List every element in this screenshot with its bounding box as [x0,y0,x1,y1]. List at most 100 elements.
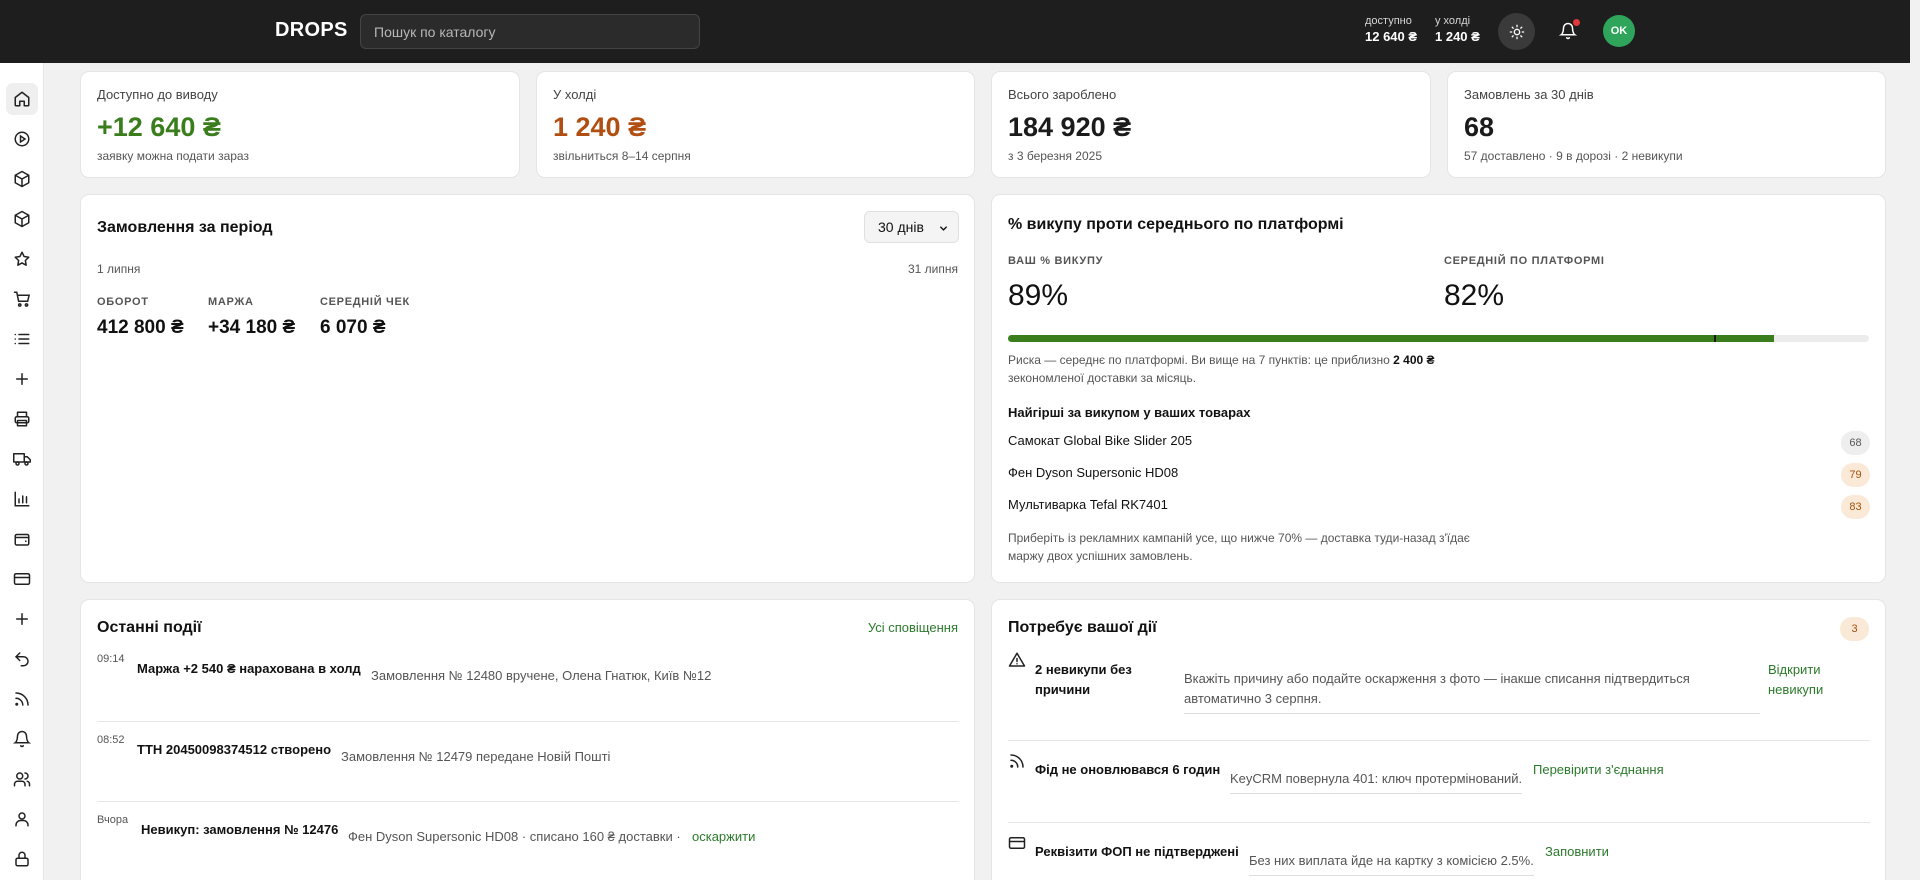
sidebar-item-wallet[interactable] [6,523,38,555]
buyout-badge: 68 [1841,431,1870,455]
hold-label: у холді [1435,15,1471,27]
sidebar-item-delivery[interactable] [6,443,38,475]
event-title: Невикуп: замовлення № 12476 [141,822,339,837]
sidebar-item-analytics[interactable] [6,483,38,515]
sidebar-item-payments[interactable] [6,563,38,595]
buyout-note-amount: 2 400 ₴ [1393,353,1435,367]
product-name: Самокат Global Bike Slider 205 [1008,433,1193,448]
event-desc: Замовлення № 12480 вручене, Олена Гнатюк… [371,668,712,683]
period-select[interactable]: 30 днів [864,211,959,243]
action-title: Реквізити ФОП не підтверджені [1035,844,1239,859]
hold-value: 1 240 ₴ [1435,29,1480,44]
action-desc-line: автоматично 3 серпня. [1184,691,1322,706]
platform-avg-label: СЕРЕДНІЙ ПО ПЛАТФОРМІ [1444,255,1605,267]
appeal-link[interactable]: оскаржити [692,829,755,844]
avg-check-value: 6 070 ₴ [320,317,386,338]
sidebar-item-print[interactable] [6,403,38,435]
action-desc-line: Вкажіть причину або подайте оскарження з… [1184,671,1690,686]
open-nonbuyouts-link[interactable]: Відкрити невикупи [1768,660,1823,700]
top-bar: DROPS доступно 12 640 ₴ у холді 1 240 ₴ … [0,0,1910,63]
avg-check-label: СЕРЕДНІЙ ЧЕК [320,296,410,308]
product-name: Мультиварка Tefal RK7401 [1008,497,1168,512]
event-desc: Замовлення № 12479 передане Новій Пошті [341,749,611,764]
rss-icon [1010,754,1024,768]
event-time: 09:14 [97,653,125,665]
logo[interactable]: DROPS [275,19,348,42]
action-title: Фід не оновлювався 6 годин [1035,762,1221,777]
divider [1008,740,1870,741]
list-item[interactable]: Мультиварка Tefal RK7401 83 [1008,495,1870,519]
margin-label: МАРЖА [208,296,254,308]
orders-period-title: Замовлення за період [97,219,273,236]
action-desc: Вкажіть причину або подайте оскарження з… [1184,669,1760,714]
divider [97,801,959,802]
sidebar-item-home[interactable] [6,83,38,115]
sidebar-item-products[interactable] [6,203,38,235]
date-end: 31 липня [907,262,958,276]
product-name: Фен Dyson Supersonic HD08 [1008,465,1179,480]
platform-avg-marker [1714,335,1717,342]
fill-details-link[interactable]: Заповнити [1545,844,1609,859]
sidebar-item-add[interactable] [6,363,38,395]
buyout-tip-line2: маржу двох успішних замовлень. [1008,549,1193,563]
sidebar-item-feeds[interactable] [6,683,38,715]
kpi-value: 68 [1464,112,1495,142]
open-nonbuyouts-line: Відкрити [1768,662,1821,677]
available-value: 12 640 ₴ [1365,29,1418,44]
action-title-line: причини [1035,682,1091,697]
count-badge: 3 [1840,617,1869,641]
notification-dot [1573,19,1580,26]
sidebar-item-catalog[interactable] [6,163,38,195]
chevron-down-icon [940,226,947,231]
star-icon [14,251,30,266]
action-title: 2 невикупи без причини [1035,660,1132,700]
sidebar-item-create[interactable] [6,603,38,635]
truck-icon [13,453,31,466]
buyout-progress-fill [1008,335,1775,342]
all-notifications-link[interactable]: Усі сповіщення [868,620,958,635]
sidebar-item-returns[interactable] [6,643,38,675]
box-icon [14,210,30,228]
play-circle-icon [14,131,30,147]
theme-toggle-button[interactable] [1498,13,1535,50]
sidebar-item-cart[interactable] [6,283,38,315]
sidebar-item-security[interactable] [6,843,38,875]
sidebar-item-notifications[interactable] [6,723,38,755]
date-start: 1 липня [97,262,141,276]
list-item[interactable]: Самокат Global Bike Slider 205 68 [1008,431,1870,455]
warning-icon [1008,652,1026,667]
check-connection-link[interactable]: Перевірити з'єднання [1533,762,1664,777]
lock-icon [15,851,29,867]
your-buyout-value: 89% [1008,279,1069,312]
bell-icon [13,730,31,748]
buyout-card: % викупу проти середнього по платформі В… [991,194,1886,583]
sidebar-item-media[interactable] [6,123,38,155]
event-time: Вчора [97,814,129,826]
sidebar-item-orders[interactable] [6,323,38,355]
divider [97,721,959,722]
event-title: ТТН 20450098374512 створено [137,742,332,757]
avatar[interactable]: OK [1603,15,1635,47]
card-icon [13,573,31,585]
your-buyout-label: ВАШ % ВИКУПУ [1008,255,1104,267]
open-nonbuyouts-line: невикупи [1768,682,1824,697]
period-select-value: 30 днів [878,219,924,235]
buyout-tip-line1: Приберіть із рекламних кампаній усе, що … [1008,531,1470,545]
plus-icon [16,613,28,625]
chart-icon [14,491,30,507]
kpi-value: 184 920 ₴ [1008,112,1132,142]
sidebar-item-favorites[interactable] [6,243,38,275]
home-icon [14,91,30,107]
buyout-title: % викупу проти середнього по платформі [1008,216,1344,233]
kpi-label: У холді [553,87,597,102]
users-icon [13,772,31,787]
turnover-value: 412 800 ₴ [97,317,184,338]
list-item[interactable]: Фен Dyson Supersonic HD08 79 [1008,463,1870,487]
sidebar-item-team[interactable] [6,763,38,795]
search-input[interactable] [360,14,700,49]
worst-products-title: Найгірші за викупом у ваших товарах [1008,405,1251,420]
sidebar-item-profile[interactable] [6,803,38,835]
plus-icon [16,373,28,385]
event-time: 08:52 [97,734,125,746]
orders-period-card: Замовлення за період 30 днів 1 липня 31 … [80,194,975,583]
